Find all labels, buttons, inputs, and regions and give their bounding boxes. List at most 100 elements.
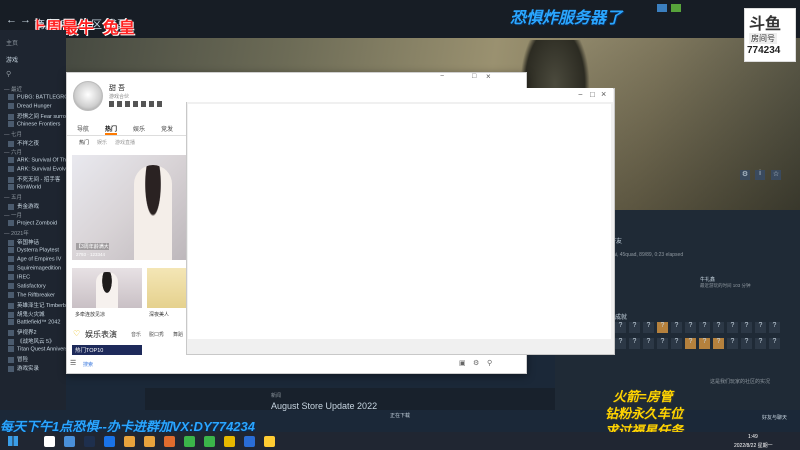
taskbar-app-icon[interactable] [204, 436, 215, 447]
search-icon[interactable]: ⚲ [487, 359, 492, 367]
notification-icon[interactable] [671, 4, 681, 12]
library-game-item[interactable]: Age of Empires IV [8, 256, 61, 262]
library-game-item[interactable]: 贵金游戏 [8, 202, 39, 210]
achievement-icon[interactable]: ? [643, 338, 654, 349]
settings-icon[interactable]: ⚙ [473, 359, 479, 367]
taskbar-app-icon[interactable] [84, 436, 95, 447]
library-game-item[interactable]: Dread Hunger [8, 103, 52, 109]
achievement-icon[interactable]: ? [769, 322, 780, 333]
app-search[interactable]: 搜索 [83, 361, 93, 368]
library-game-item[interactable]: IREC [8, 274, 30, 280]
library-section-header[interactable]: — 五月 [4, 193, 22, 201]
library-game-item[interactable]: 冒险 [8, 355, 28, 363]
library-game-item[interactable]: 不死无间 - 招手客 [8, 175, 60, 183]
achievement-icon[interactable]: ? [629, 322, 640, 333]
achievement-icon[interactable]: ? [755, 338, 766, 349]
library-search-icon[interactable]: ⚲ [6, 70, 11, 78]
taskbar-app-icon[interactable] [164, 436, 175, 447]
library-game-item[interactable]: 帝国神话 [8, 238, 39, 246]
achievement-icon[interactable]: ? [727, 322, 738, 333]
library-game-item[interactable]: Battlefield™ 2042 [8, 319, 60, 325]
taskbar-app-icon[interactable] [244, 436, 255, 447]
tab-1[interactable]: 热门 [105, 124, 118, 135]
tab-3[interactable]: 竞发 [161, 124, 173, 133]
blank-close-icon[interactable]: × [601, 89, 606, 99]
library-section-header[interactable]: — 六月 [4, 148, 22, 156]
taskbar-app-icon[interactable] [144, 436, 155, 447]
achievement-icon[interactable]: ? [755, 322, 766, 333]
library-game-item[interactable]: 《战地风云 5》 [8, 337, 55, 345]
taskbar-app-icon[interactable] [44, 436, 55, 447]
achievement-icon[interactable]: ? [615, 322, 626, 333]
achievement-icon[interactable]: ? [629, 338, 640, 349]
achievement-icon[interactable]: ? [657, 322, 668, 333]
library-game-item[interactable]: Dysterra Playtest [8, 247, 59, 253]
achievement-icon[interactable]: ? [643, 322, 654, 333]
app-close-icon[interactable]: × [486, 72, 491, 81]
start-icon[interactable] [8, 436, 18, 446]
library-section-header[interactable]: — 七月 [4, 130, 22, 138]
info-icon[interactable]: i [755, 170, 765, 180]
achievement-icon[interactable]: ? [685, 338, 696, 349]
library-game-item[interactable]: 游戏实录 [8, 364, 39, 372]
tab-2[interactable]: 娱乐 [133, 124, 145, 133]
taskbar-app-icon[interactable] [224, 436, 235, 447]
back-arrow-icon[interactable]: ← [6, 14, 17, 26]
camera-icon[interactable]: ▣ [459, 359, 466, 367]
library-game-item[interactable]: Project Zomboid [8, 220, 57, 226]
library-section-header[interactable]: — 2021年 [4, 229, 29, 237]
library-section-header[interactable]: — 最近 [4, 85, 22, 93]
library-game-item[interactable]: Satisfactory [8, 283, 46, 289]
library-game-item[interactable]: Chinese Frontiers [8, 121, 60, 127]
library-section-header[interactable]: — 一月 [4, 211, 22, 219]
taskbar-app-icon[interactable] [124, 436, 135, 447]
section-tag-talkshow[interactable]: 脱口秀 [149, 331, 164, 338]
library-game-item[interactable]: 伊视界2 [8, 328, 37, 336]
menu-icon[interactable]: ☰ [70, 359, 76, 367]
downloads-status[interactable]: 正在下载 [390, 412, 410, 419]
store-update-card[interactable]: 新闻 August Store Update 2022 [145, 388, 555, 411]
achievement-icon[interactable]: ? [741, 338, 752, 349]
achievement-icon[interactable]: ? [615, 338, 626, 349]
achievement-icon[interactable]: ? [699, 322, 710, 333]
home-label[interactable]: 主页 [6, 38, 18, 47]
achievement-icon[interactable]: ? [671, 322, 682, 333]
achievement-icon[interactable]: ? [713, 322, 724, 333]
library-game-item[interactable]: 胡鬼火灾城 [8, 310, 45, 318]
blank-min-icon[interactable]: − [578, 90, 583, 99]
window-controls[interactable] [655, 4, 695, 14]
section-tag-dance[interactable]: 舞蹈 [173, 331, 183, 338]
achievement-icon[interactable]: ? [685, 322, 696, 333]
friends-chat[interactable]: 好友与聊天 [762, 414, 792, 421]
featured-stream-card[interactable]: 【3周年龄满大 2793 · 123344 [72, 155, 187, 260]
top10-banner[interactable]: 热门TOP10 [72, 345, 142, 355]
subtab-0[interactable]: 热门 [79, 139, 89, 146]
section-tag-music[interactable]: 音乐 [131, 331, 141, 338]
blank-max-icon[interactable]: □ [590, 90, 595, 99]
gear-icon[interactable]: ⚙ [740, 170, 750, 180]
library-game-item[interactable]: ARK: Survival Evolved [8, 166, 72, 172]
achievement-icon[interactable]: ? [769, 338, 780, 349]
user-avatar[interactable] [73, 81, 103, 111]
library-game-item[interactable]: Squireimagedition [8, 265, 61, 271]
library-game-item[interactable]: 不祥之夜 [8, 139, 39, 147]
achievement-icon[interactable]: ? [713, 338, 724, 349]
taskbar-app-icon[interactable] [64, 436, 75, 447]
app-max-icon[interactable]: □ [472, 73, 476, 80]
thumb-card-1[interactable] [72, 268, 142, 308]
taskbar-app-icon[interactable] [184, 436, 195, 447]
achievement-icon[interactable]: ? [671, 338, 682, 349]
thumb-card-2[interactable] [147, 268, 189, 308]
library-game-item[interactable]: 英雄泽生记 Timberborn [8, 301, 74, 309]
games-filter[interactable]: 游戏 [6, 55, 18, 64]
star-icon[interactable]: ☆ [771, 170, 781, 180]
achievement-icon[interactable]: ? [657, 338, 668, 349]
library-game-item[interactable]: RimWorld [8, 184, 41, 190]
achievement-icon[interactable]: ? [699, 338, 710, 349]
subtab-2[interactable]: 游戏直播 [115, 139, 135, 146]
achievement-icon[interactable]: ? [727, 338, 738, 349]
taskbar-app-icon[interactable] [104, 436, 115, 447]
chat-icon[interactable] [657, 4, 667, 12]
subtab-1[interactable]: 娱乐 [97, 139, 107, 146]
achievement-icon[interactable]: ? [741, 322, 752, 333]
